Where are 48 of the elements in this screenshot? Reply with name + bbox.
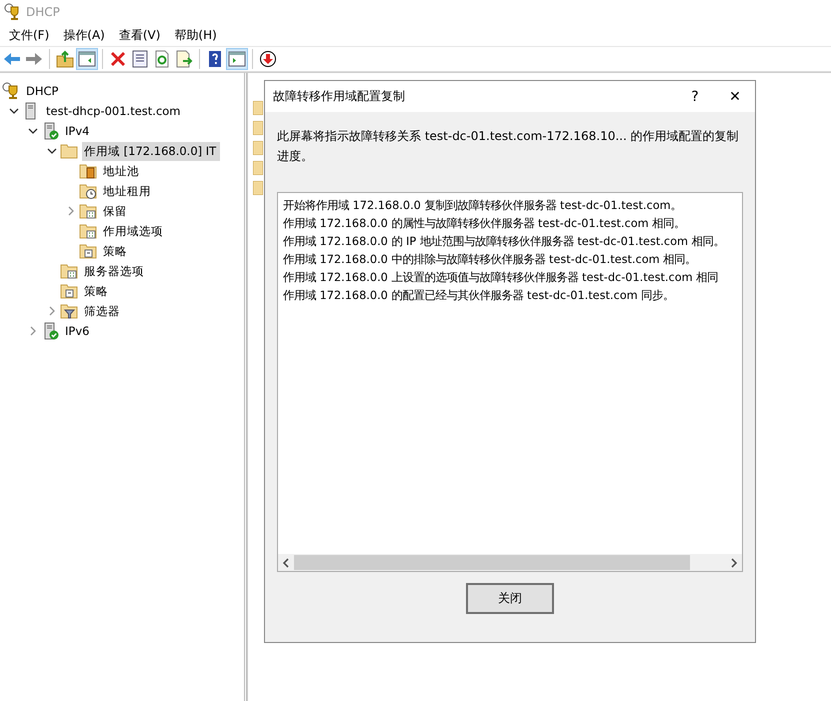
tree-item[interactable]: 地址池	[101, 162, 143, 180]
log-line: 作用域 172.168.0.0 的 IP 地址范围与故障转移伙伴服务器 test-dc-01.test.com 相同。	[283, 234, 726, 250]
tree-item[interactable]: 地址租用	[101, 182, 155, 200]
tree-item[interactable]: IPv6	[63, 322, 94, 340]
dialog-title: 故障转移作用域配置复制	[273, 88, 406, 105]
tree-item[interactable]: 策略	[101, 242, 131, 260]
chevron-icon[interactable]	[47, 146, 57, 156]
folder-doc-icon	[79, 242, 97, 260]
menu-item[interactable]: 查看(V)	[112, 24, 168, 46]
log-line: 作用域 172.168.0.0 的配置已经与其伙伴服务器 test-dc-01.test.com 同步。	[283, 288, 676, 304]
chevron-icon[interactable]	[9, 106, 19, 116]
dialog-description: 此屏幕将指示故障转移关系 test-dc-01.test.com-172.168.10... 的作用域配置的复制进度。	[277, 128, 740, 165]
close-button[interactable]: ✕	[715, 88, 755, 104]
window-title: DHCP	[26, 5, 60, 19]
log-line: 作用域 172.168.0.0 的属性与故障转移伙伴服务器 test-dc-01.test.com 相同。	[283, 216, 686, 232]
pane-icon[interactable]	[227, 49, 247, 69]
tree-item[interactable]: 服务器选项	[82, 262, 148, 280]
folder-book-icon	[79, 162, 97, 180]
tree-item[interactable]: IPv4	[63, 122, 94, 140]
close-button[interactable]: 关闭	[466, 582, 554, 614]
trophy-icon	[4, 3, 20, 21]
tree-item[interactable]: DHCP	[24, 82, 62, 100]
menu-item[interactable]: 操作(A)	[56, 24, 112, 46]
folder-up-icon[interactable]	[55, 49, 75, 69]
folder-grid-icon	[79, 202, 97, 220]
folder-icon	[60, 142, 78, 160]
folder-doc-icon	[60, 282, 78, 300]
tree-item[interactable]: test-dhcp-001.test.com	[44, 102, 185, 120]
folder-clock-icon	[79, 182, 97, 200]
folder-grid-icon	[79, 222, 97, 240]
tree-item[interactable]: 作用域 [172.168.0.0] IT	[82, 142, 220, 160]
menu-item[interactable]: 帮助(H)	[167, 24, 224, 46]
tree-item[interactable]: 策略	[82, 282, 112, 300]
log-line: 作用域 172.168.0.0 上设置的选项值与故障转移伙伴服务器 test-dc-01.test.com 相同	[283, 270, 720, 286]
chevron-icon[interactable]	[28, 126, 38, 136]
tree-item[interactable]: 筛选器	[82, 302, 124, 320]
log-line: 作用域 172.168.0.0 中的排除与故障转移伙伴服务器 test-dc-01.test.com 相同。	[283, 252, 698, 268]
folder-funnel-icon	[60, 302, 78, 320]
properties-icon[interactable]	[130, 49, 150, 69]
tree-item[interactable]: 保留	[101, 202, 131, 220]
folder-grid-icon	[60, 262, 78, 280]
pane-icon[interactable]	[77, 49, 97, 69]
help-button[interactable]: ?	[675, 88, 715, 104]
log-line: 开始将作用域 172.168.0.0 复制到故障转移伙伴服务器 test-dc-01.test.com。	[283, 198, 683, 214]
menu-item[interactable]: 文件(F)	[2, 24, 56, 46]
tree-item[interactable]: 作用域选项	[101, 222, 167, 240]
scrollbar-thumb[interactable]	[294, 555, 690, 570]
export-icon[interactable]	[174, 49, 194, 69]
